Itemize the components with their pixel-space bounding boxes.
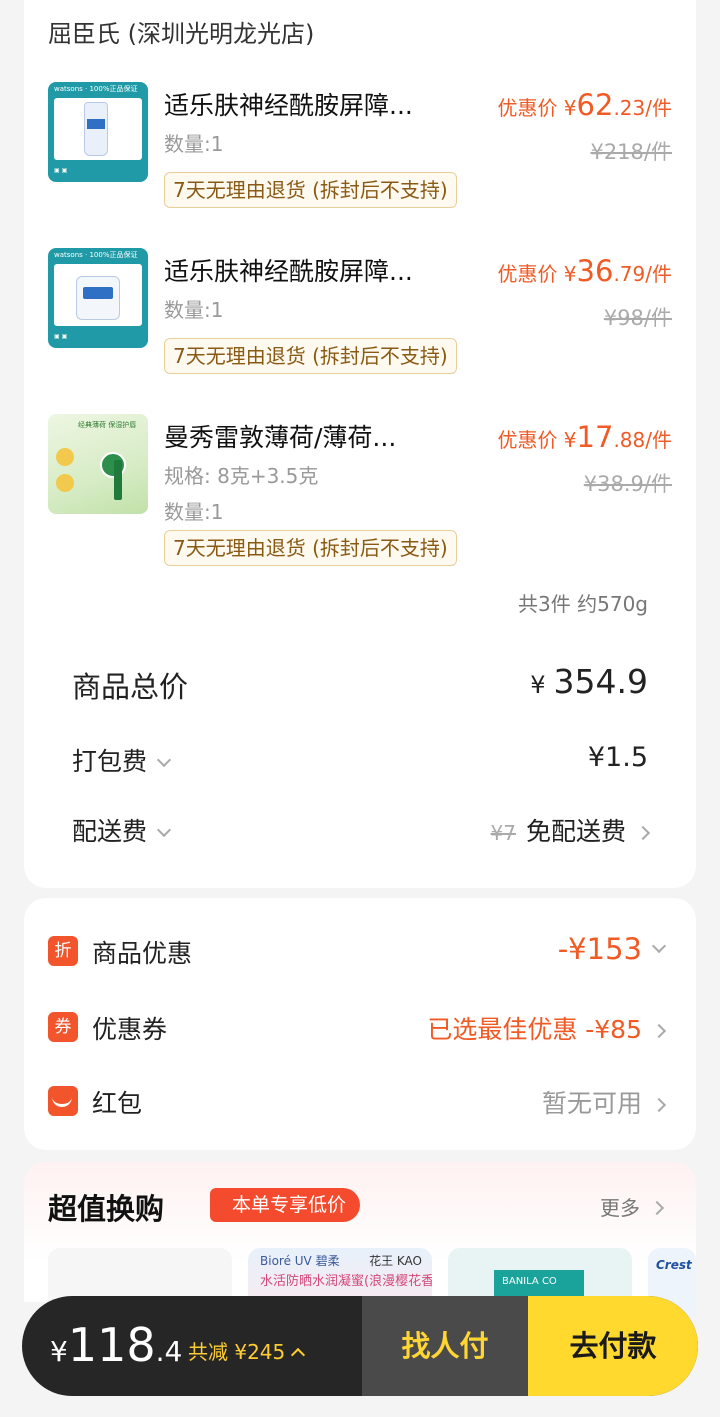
store-name[interactable]: 屈臣氏 (深圳光明龙光店) bbox=[48, 14, 314, 49]
chevron-right-icon bbox=[635, 825, 651, 841]
lip-balm-icon bbox=[100, 452, 126, 478]
checkout-bar: ¥118.4 共减 ¥245 找人付 去付款 bbox=[22, 1296, 698, 1396]
coupon-value[interactable]: 已选最佳优惠 -¥85 bbox=[427, 1010, 667, 1046]
list-item[interactable]: watsons · 100%正品保证 ▣ ▣ 适乐肤神经酰胺屏障... 数量:1… bbox=[48, 82, 672, 212]
chevron-down-icon bbox=[156, 822, 172, 838]
product-spec: 规格: 8克+3.5克 bbox=[164, 464, 319, 488]
total-value: ¥ 354.9 bbox=[530, 662, 648, 701]
thumb-badge: 100%正品保证 bbox=[89, 251, 138, 259]
ask-friend-pay-button[interactable]: 找人付 bbox=[362, 1296, 528, 1396]
product-qty: 数量:1 bbox=[164, 500, 224, 524]
original-price: ¥38.9/件 bbox=[583, 472, 672, 496]
delivery-fee-value[interactable]: ¥7 免配送费 bbox=[490, 812, 651, 848]
product-qty: 数量:1 bbox=[164, 298, 224, 322]
exchange-offer-section: 超值换购 本单专享低价 更多 Bioré UV 碧柔 花王 KAO 水活防晒水润… bbox=[24, 1162, 696, 1318]
list-item[interactable]: watsons · 100%正品保证 ▣ ▣ 适乐肤神经酰胺屏障... 数量:1… bbox=[48, 248, 672, 378]
total-label: 商品总价 bbox=[72, 670, 189, 704]
red-packet-label: 红包 bbox=[92, 1089, 143, 1118]
delivery-fee-label: 配送费 bbox=[72, 817, 148, 846]
packing-fee-value: ¥1.5 bbox=[587, 742, 648, 773]
original-price: ¥98/件 bbox=[603, 306, 672, 330]
discount-price: 优惠价 ¥17.88/件 bbox=[497, 420, 672, 454]
product-name[interactable]: 适乐肤神经酰胺屏障... bbox=[164, 86, 413, 122]
chevron-right-icon bbox=[651, 1097, 667, 1113]
product-qty: 数量:1 bbox=[164, 132, 224, 156]
thumb-brand: watsons bbox=[54, 251, 83, 259]
thumb-brand: watsons bbox=[54, 85, 83, 93]
original-price: ¥218/件 bbox=[590, 140, 672, 164]
chevron-up-icon bbox=[291, 1347, 306, 1363]
chevron-right-icon bbox=[649, 1200, 665, 1216]
packing-fee-toggle[interactable]: 打包费 bbox=[72, 742, 172, 778]
discount-price: 优惠价 ¥62.23/件 bbox=[497, 88, 672, 122]
chevron-right-icon bbox=[651, 1023, 667, 1039]
delivery-fee-toggle[interactable]: 配送费 bbox=[72, 812, 172, 848]
return-policy-tag: 7天无理由退货 (拆封后不支持) bbox=[164, 172, 457, 208]
return-policy-tag: 7天无理由退货 (拆封后不支持) bbox=[164, 530, 457, 566]
thumb-badge: 100%正品保证 bbox=[89, 85, 138, 93]
pay-button[interactable]: 去付款 bbox=[528, 1296, 698, 1396]
bottle-icon bbox=[84, 102, 108, 156]
list-item[interactable]: 经典薄荷 保湿护唇 曼秀雷敦薄荷/薄荷... 规格: 8克+3.5克 数量:1 … bbox=[48, 414, 672, 574]
packing-fee-label: 打包费 bbox=[72, 747, 148, 776]
total-saved[interactable]: 共减 ¥245 bbox=[188, 1336, 306, 1365]
delivery-orig-price: ¥7 bbox=[490, 821, 516, 845]
red-packet-icon bbox=[48, 1086, 78, 1116]
coupon-label: 优惠券 bbox=[92, 1015, 168, 1044]
pay-amount: ¥118.4 bbox=[50, 1318, 183, 1372]
more-link[interactable]: 更多 bbox=[600, 1192, 665, 1221]
red-packet-value[interactable]: 暂无可用 bbox=[542, 1084, 667, 1120]
product-name[interactable]: 曼秀雷敦薄荷/薄荷... bbox=[164, 418, 396, 454]
discount-price: 优惠价 ¥36.79/件 bbox=[497, 254, 672, 288]
section-title: 超值换购 bbox=[48, 1192, 165, 1226]
return-policy-tag: 7天无理由退货 (拆封后不支持) bbox=[164, 338, 457, 374]
item-count-weight: 共3件 约570g bbox=[518, 592, 648, 616]
chevron-down-icon bbox=[156, 752, 172, 768]
product-discount-value[interactable]: -¥153 bbox=[558, 932, 667, 966]
promo-badge: 本单专享低价 bbox=[210, 1188, 361, 1222]
product-image[interactable]: watsons · 100%正品保证 ▣ ▣ bbox=[48, 248, 148, 348]
thumb-title: 经典薄荷 保湿护唇 bbox=[78, 421, 137, 429]
product-discount-label: 商品优惠 bbox=[92, 939, 193, 968]
chevron-down-icon bbox=[651, 938, 667, 954]
discount-icon: 折 bbox=[48, 936, 78, 966]
order-card: 屈臣氏 (深圳光明龙光店) watsons · 100%正品保证 ▣ ▣ 适乐肤… bbox=[24, 0, 696, 888]
product-image[interactable]: 经典薄荷 保湿护唇 bbox=[48, 414, 148, 514]
product-image[interactable]: watsons · 100%正品保证 ▣ ▣ bbox=[48, 82, 148, 182]
jar-icon bbox=[76, 276, 120, 320]
product-name[interactable]: 适乐肤神经酰胺屏障... bbox=[164, 252, 413, 288]
coupon-icon: 券 bbox=[48, 1012, 78, 1042]
